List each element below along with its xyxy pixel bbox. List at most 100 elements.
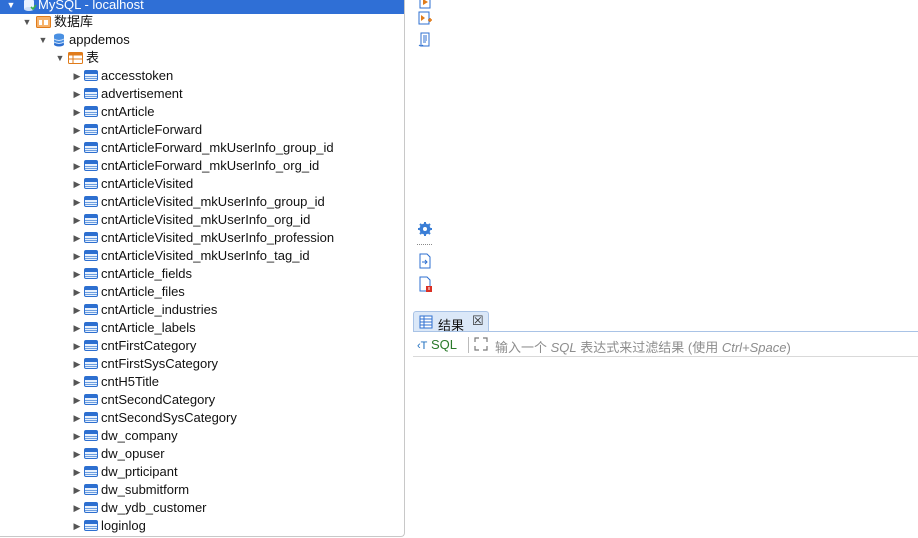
- table-node[interactable]: ▶ dw_ydb_customer: [0, 499, 404, 517]
- tree-node-connection[interactable]: ▼ MySQL - localhost: [0, 0, 404, 14]
- table-icon: [84, 70, 98, 81]
- expand-arrow-icon[interactable]: ▶: [72, 481, 82, 499]
- explain-plan-icon[interactable]: [417, 10, 433, 26]
- doc-error-icon[interactable]: [417, 276, 433, 292]
- collapse-arrow-icon[interactable]: ▼: [22, 13, 32, 31]
- close-icon[interactable]: ☒: [472, 313, 484, 329]
- tree-node-tables[interactable]: ▼ 表: [0, 49, 404, 67]
- table-node[interactable]: ▶ cntArticleVisited: [0, 175, 404, 193]
- table-icon: [84, 250, 98, 261]
- table-name: dw_opuser: [101, 446, 165, 461]
- table-node[interactable]: ▶ cntSecondSysCategory: [0, 409, 404, 427]
- table-node[interactable]: ▶ cntArticle_industries: [0, 301, 404, 319]
- table-node[interactable]: ▶ cntArticle_fields: [0, 265, 404, 283]
- expand-icon[interactable]: [474, 337, 488, 351]
- table-node[interactable]: ▶ accesstoken: [0, 67, 404, 85]
- table-node[interactable]: ▶ cntArticleVisited_mkUserInfo_profession: [0, 229, 404, 247]
- expand-arrow-icon[interactable]: ▶: [72, 121, 82, 139]
- table-node[interactable]: ▶ loginlog: [0, 517, 404, 535]
- table-node[interactable]: ▶ cntArticle_labels: [0, 319, 404, 337]
- tree-node-database[interactable]: ▼ appdemos: [0, 31, 404, 49]
- expand-arrow-icon[interactable]: ▶: [72, 373, 82, 391]
- expand-arrow-icon[interactable]: ▶: [72, 193, 82, 211]
- table-node[interactable]: ▶ cntFirstSysCategory: [0, 355, 404, 373]
- table-name: dw_prticipant: [101, 464, 178, 479]
- expand-arrow-icon[interactable]: ▶: [72, 247, 82, 265]
- table-name: dw_company: [101, 428, 178, 443]
- table-name: cntArticleVisited_mkUserInfo_org_id: [101, 212, 311, 227]
- table-name: cntSecondSysCategory: [101, 410, 237, 425]
- expand-arrow-icon[interactable]: ▶: [72, 229, 82, 247]
- table-node[interactable]: ▶ cntArticleVisited_mkUserInfo_group_id: [0, 193, 404, 211]
- tree-node-databases[interactable]: ▼ 数据库: [0, 13, 404, 31]
- tab-results[interactable]: 结果 ☒: [413, 311, 489, 333]
- expand-arrow-icon[interactable]: ▶: [72, 265, 82, 283]
- export-doc-icon[interactable]: [417, 253, 433, 269]
- table-name: cntArticle_labels: [101, 320, 196, 335]
- table-icon: [84, 448, 98, 459]
- expand-arrow-icon[interactable]: ▶: [72, 445, 82, 463]
- table-node[interactable]: ▶ cntH5Title: [0, 373, 404, 391]
- expand-arrow-icon[interactable]: ▶: [72, 463, 82, 481]
- table-icon: [84, 466, 98, 477]
- table-node[interactable]: ▶ cntArticle: [0, 103, 404, 121]
- expand-arrow-icon[interactable]: ▶: [72, 319, 82, 337]
- collapse-arrow-icon[interactable]: ▼: [55, 49, 65, 67]
- expand-arrow-icon[interactable]: ▶: [72, 409, 82, 427]
- filter-separator: [468, 337, 469, 353]
- table-node[interactable]: ▶ dw_opuser: [0, 445, 404, 463]
- table-name: cntArticleVisited: [101, 176, 194, 191]
- script-doc-icon[interactable]: [417, 32, 433, 48]
- table-node[interactable]: ▶ cntSecondCategory: [0, 391, 404, 409]
- collapse-arrow-icon[interactable]: ▼: [38, 31, 48, 49]
- expand-arrow-icon[interactable]: ▶: [72, 427, 82, 445]
- table-name: accesstoken: [101, 68, 174, 83]
- expand-arrow-icon[interactable]: ▶: [72, 301, 82, 319]
- table-node[interactable]: ▶ cntArticleVisited_mkUserInfo_tag_id: [0, 247, 404, 265]
- settings-gear-icon[interactable]: [417, 221, 433, 237]
- filter-placeholder-middle: 表达式来过滤结果 (使用: [576, 340, 722, 355]
- table-icon: [84, 232, 98, 243]
- table-node[interactable]: ▶ advertisement: [0, 85, 404, 103]
- filter-expression-input[interactable]: 输入一个 SQL 表达式来过滤结果 (使用 Ctrl+Space): [495, 337, 791, 356]
- expand-arrow-icon[interactable]: ▶: [72, 175, 82, 193]
- table-node[interactable]: ▶ dw_company: [0, 427, 404, 445]
- filter-placeholder-suffix: ): [786, 340, 791, 355]
- expand-arrow-icon[interactable]: ▶: [72, 517, 82, 535]
- expand-arrow-icon[interactable]: ▶: [72, 157, 82, 175]
- table-icon: [84, 394, 98, 405]
- table-icon: [84, 88, 98, 99]
- expand-arrow-icon[interactable]: ▶: [72, 67, 82, 85]
- expand-arrow-icon[interactable]: ▶: [72, 139, 82, 157]
- expand-arrow-icon[interactable]: ▶: [72, 337, 82, 355]
- table-node[interactable]: ▶ cntArticleForward: [0, 121, 404, 139]
- expand-arrow-icon[interactable]: ▶: [72, 211, 82, 229]
- expand-arrow-icon[interactable]: ▶: [72, 355, 82, 373]
- execute-script-icon[interactable]: [417, 0, 433, 10]
- table-name: dw_ydb_customer: [101, 500, 207, 515]
- expand-arrow-icon[interactable]: ▶: [72, 391, 82, 409]
- table-node[interactable]: ▶ cntArticleVisited_mkUserInfo_org_id: [0, 211, 404, 229]
- table-node[interactable]: ▶ dw_prticipant: [0, 463, 404, 481]
- table-icon: [84, 322, 98, 333]
- sql-filter-button[interactable]: ‹T SQL: [417, 337, 457, 352]
- table-icon: [84, 160, 98, 171]
- expand-arrow-icon[interactable]: ▶: [72, 499, 82, 517]
- table-node[interactable]: ▶ cntArticle_files: [0, 283, 404, 301]
- database-navigator: ▼ MySQL - localhost ▼ 数据库 ▼ appdemos ▼ 表…: [0, 0, 405, 537]
- table-node[interactable]: ▶ cntArticleForward_mkUserInfo_group_id: [0, 139, 404, 157]
- table-icon: [84, 106, 98, 117]
- table-node[interactable]: ▶ cntArticleForward_mkUserInfo_org_id: [0, 157, 404, 175]
- connection-label: MySQL - localhost: [38, 0, 144, 12]
- table-icon: [84, 286, 98, 297]
- expand-arrow-icon[interactable]: ▶: [72, 283, 82, 301]
- expand-arrow-icon[interactable]: ▶: [72, 103, 82, 121]
- expand-arrow-icon[interactable]: ▶: [72, 85, 82, 103]
- table-icon: [84, 358, 98, 369]
- collapse-arrow-icon[interactable]: ▼: [6, 0, 16, 14]
- table-node[interactable]: ▶ dw_submitform: [0, 481, 404, 499]
- table-node[interactable]: ▶ cntFirstCategory: [0, 337, 404, 355]
- filter-placeholder-prefix: 输入一个: [495, 340, 551, 355]
- table-icon: [84, 430, 98, 441]
- filter-placeholder-shortcut: Ctrl+Space: [721, 340, 787, 355]
